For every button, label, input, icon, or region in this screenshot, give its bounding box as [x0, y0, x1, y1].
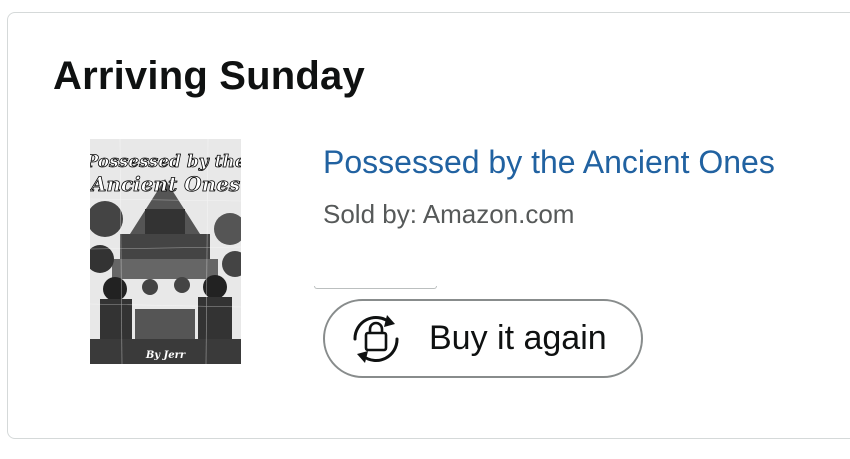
cover-title-line2: Ancient Ones: [90, 172, 240, 196]
buy-again-bag-cycle-icon: [345, 308, 407, 370]
collapsed-tab-divider: [314, 286, 437, 289]
buy-it-again-button[interactable]: Buy it again: [323, 299, 643, 378]
sold-by-text: Sold by: Amazon.com: [323, 199, 575, 229]
product-title-link[interactable]: Possessed by the Ancient Ones: [323, 144, 775, 181]
buy-it-again-label: Buy it again: [429, 319, 607, 357]
cover-author: By Jerr: [145, 350, 186, 361]
delivery-heading: Arriving Sunday: [53, 54, 365, 98]
book-cover-image[interactable]: Possessed by the Ancient Ones By Jerr: [90, 139, 241, 364]
cover-title-line1: Possessed by the: [90, 152, 241, 172]
book-cover-illustration: Possessed by the Ancient Ones By Jerr: [90, 139, 241, 364]
